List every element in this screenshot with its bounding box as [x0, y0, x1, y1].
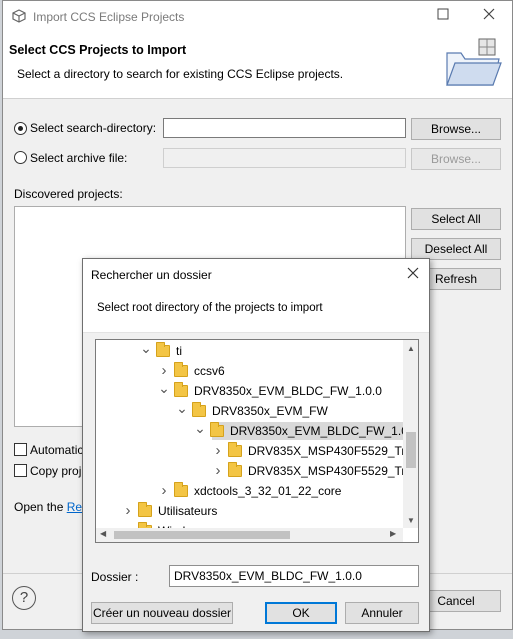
archive-file-radio[interactable]: [14, 151, 27, 164]
tree-row-label: Utilisateurs: [158, 504, 218, 518]
folder-icon: [192, 402, 206, 417]
open-text: Open the: [14, 500, 67, 514]
scroll-right-icon[interactable]: ▶: [390, 529, 396, 538]
tree-horizontal-thumb[interactable]: [114, 531, 290, 539]
search-directory-input[interactable]: [163, 118, 406, 138]
tree-horizontal-scrollbar[interactable]: ◀ ▶: [96, 528, 403, 542]
tree-row-label: DRV8350x_EVM_BLDC_FW_1.0.0: [230, 424, 404, 438]
browse-header: Select root directory of the projects to…: [83, 289, 429, 333]
tree-row-label: ccsv6: [194, 364, 225, 378]
tree-row[interactable]: ⌄ DRV8350x_EVM_BLDC_FW_1.0.0: [96, 378, 404, 401]
folder-icon: [156, 342, 170, 357]
tree-row[interactable]: › ccsv6: [96, 361, 404, 381]
import-folder-icon: [446, 38, 502, 86]
page-description: Select a directory to search for existin…: [17, 67, 344, 81]
help-icon[interactable]: ?: [12, 586, 36, 610]
app-icon: [12, 9, 26, 23]
close-icon: [407, 267, 419, 279]
tree-row[interactable]: ⌄ DRV8350x_EVM_BLDC_FW_1.0.0: [96, 418, 404, 441]
chevron-right-icon[interactable]: ›: [158, 481, 170, 501]
tree-row[interactable]: ⌄ ti: [96, 340, 404, 361]
folder-icon: [228, 462, 242, 477]
window-title: Import CCS Eclipse Projects: [33, 10, 185, 24]
browse-description: Select root directory of the projects to…: [97, 302, 323, 314]
copy-projects-label: Copy proj: [30, 464, 82, 478]
folder-icon: [228, 442, 242, 457]
folder-tree[interactable]: ⌄ ti › ccsv6 ⌄ DRV8350x_EVM_BLDC_FW_1.0.0 ⌄ DRV…: [95, 339, 419, 543]
page-heading: Select CCS Projects to Import: [9, 43, 187, 57]
folder-icon: [138, 502, 152, 517]
search-directory-radio[interactable]: [14, 122, 27, 135]
maximize-icon: [437, 8, 449, 20]
tree-row[interactable]: ⌄ DRV8350x_EVM_FW: [96, 398, 404, 421]
scroll-up-icon[interactable]: ▲: [407, 344, 415, 353]
tree-row[interactable]: › Utilisateurs: [96, 501, 404, 521]
folder-icon: [174, 362, 188, 377]
chevron-right-icon[interactable]: ›: [212, 441, 224, 461]
tree-row-label: DRV8350x_EVM_BLDC_FW_1.0.0: [194, 384, 382, 398]
maximize-button[interactable]: [433, 8, 453, 24]
folder-icon: [174, 382, 188, 397]
browse-directory-button[interactable]: Browse...: [411, 118, 501, 140]
chevron-right-icon[interactable]: ›: [122, 521, 134, 528]
ok-button[interactable]: OK: [265, 602, 337, 624]
automatic-checkbox[interactable]: [14, 443, 27, 456]
chevron-down-icon[interactable]: ⌄: [158, 378, 170, 398]
close-icon: [483, 8, 495, 20]
chevron-right-icon[interactable]: ›: [122, 501, 134, 521]
deselect-all-button[interactable]: Deselect All: [411, 238, 501, 260]
title-bar: Import CCS Eclipse Projects: [3, 1, 512, 33]
tree-row-label: Windows: [158, 521, 207, 528]
tree-row-label: DRV835X_MSP430F5529_Trape: [248, 464, 404, 478]
tree-row[interactable]: › xdctools_3_32_01_22_core: [96, 481, 404, 501]
folder-icon: [210, 422, 224, 437]
browse-folder-dialog: Rechercher un dossier Select root direct…: [82, 258, 430, 632]
folder-label: Dossier :: [91, 570, 139, 584]
scroll-down-icon[interactable]: ▼: [407, 516, 415, 525]
discovered-projects-label: Discovered projects:: [14, 187, 123, 201]
chevron-right-icon[interactable]: ›: [212, 461, 224, 481]
automatic-label: Automatic: [30, 443, 84, 457]
close-button[interactable]: [479, 8, 499, 24]
tree-row[interactable]: › Windows: [96, 521, 404, 528]
tree-row-label: DRV835X_MSP430F5529_Trape: [248, 444, 404, 458]
tree-vertical-thumb[interactable]: [406, 432, 416, 468]
browse-close-button[interactable]: [407, 267, 419, 282]
tree-row[interactable]: › DRV835X_MSP430F5529_Trape: [96, 461, 404, 481]
tree-vertical-scrollbar[interactable]: ▲ ▼: [403, 340, 418, 528]
copy-projects-checkbox[interactable]: [14, 464, 27, 477]
search-directory-label: Select search-directory:: [30, 121, 157, 135]
browse-cancel-button[interactable]: Annuler: [345, 602, 419, 624]
tree-row-label: ti: [176, 344, 182, 358]
folder-icon: [174, 482, 188, 497]
header-banner: Select CCS Projects to Import Select a d…: [3, 33, 512, 99]
scroll-left-icon[interactable]: ◀: [100, 529, 106, 538]
open-resource-text: Open the Res: [14, 500, 88, 514]
chevron-down-icon[interactable]: ⌄: [194, 418, 206, 438]
folder-tree-rows: ⌄ ti › ccsv6 ⌄ DRV8350x_EVM_BLDC_FW_1.0.0 ⌄ DRV…: [96, 340, 404, 528]
archive-file-label: Select archive file:: [30, 151, 128, 165]
browse-archive-button[interactable]: Browse...: [411, 148, 501, 170]
folder-input[interactable]: DRV8350x_EVM_BLDC_FW_1.0.0: [169, 565, 419, 587]
tree-row[interactable]: › DRV835X_MSP430F5529_Trape: [96, 441, 404, 461]
browse-title-bar: Rechercher un dossier: [83, 259, 429, 289]
select-all-button[interactable]: Select All: [411, 208, 501, 230]
tree-row-label: DRV8350x_EVM_FW: [212, 404, 328, 418]
browse-dialog-title: Rechercher un dossier: [91, 268, 212, 282]
folder-input-value: DRV8350x_EVM_BLDC_FW_1.0.0: [174, 569, 362, 583]
chevron-down-icon[interactable]: ⌄: [140, 340, 152, 358]
new-folder-button[interactable]: Créer un nouveau dossier: [91, 602, 233, 624]
tree-row-label: xdctools_3_32_01_22_core: [194, 484, 342, 498]
archive-file-input[interactable]: [163, 148, 406, 168]
chevron-down-icon[interactable]: ⌄: [176, 398, 188, 418]
